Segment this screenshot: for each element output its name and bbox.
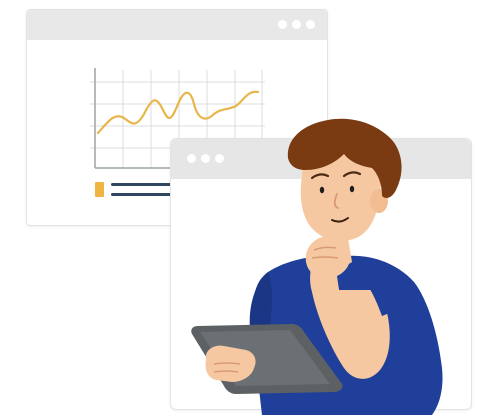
eye <box>319 186 325 194</box>
person-illustration <box>191 118 443 415</box>
illustration-scene <box>0 0 485 415</box>
eye <box>349 185 355 193</box>
shirt-sleeve-left <box>249 272 272 332</box>
